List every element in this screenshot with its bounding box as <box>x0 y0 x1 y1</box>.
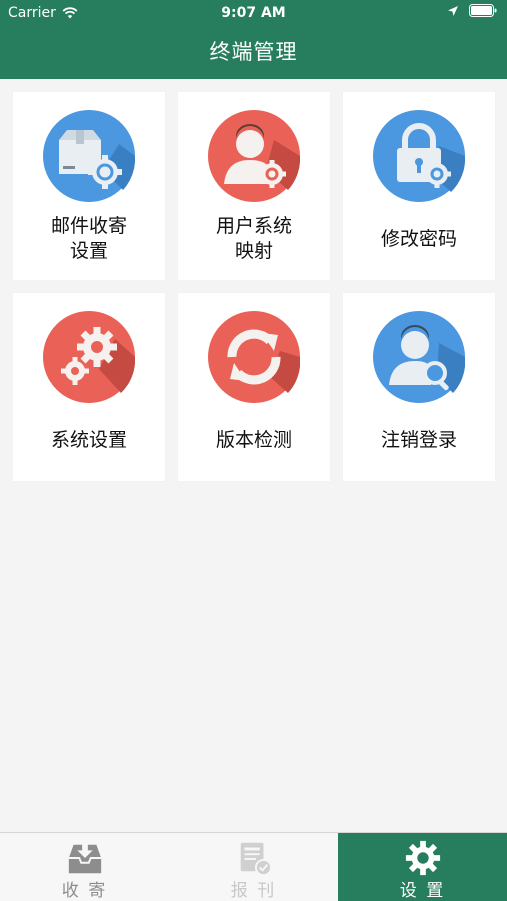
page-title: 终端管理 <box>209 40 298 64</box>
user-gear-icon <box>208 110 300 202</box>
tab-label: 报 刊 <box>230 881 277 901</box>
refresh-icon <box>208 311 300 403</box>
tile-label: 邮件收寄 设置 <box>50 215 127 262</box>
tile-label: 修改密码 <box>380 227 457 250</box>
tab-send-receive[interactable]: 收 寄 <box>0 833 169 901</box>
tile-logout[interactable]: 注销登录 <box>343 293 495 481</box>
inbox-download-icon <box>68 842 101 874</box>
user-search-icon <box>373 311 465 403</box>
gears-icon <box>43 311 135 403</box>
tab-label: 设 置 <box>399 881 446 901</box>
tile-user-mapping[interactable]: 用户系统 映射 <box>178 92 330 280</box>
tab-label: 收 寄 <box>61 881 108 901</box>
tile-mail-settings[interactable]: 邮件收寄 设置 <box>13 92 165 280</box>
lock-gear-icon <box>373 110 465 202</box>
tile-system-settings[interactable]: 系统设置 <box>13 293 165 481</box>
tile-label: 系统设置 <box>50 428 127 451</box>
status-indicators <box>447 4 497 17</box>
tile-change-password[interactable]: 修改密码 <box>343 92 495 280</box>
battery-icon <box>469 4 497 17</box>
package-gear-icon <box>43 110 135 202</box>
status-bar: Carrier 9:07 AM <box>0 0 507 28</box>
tab-settings[interactable]: 设 置 <box>338 833 507 901</box>
tile-label: 用户系统 映射 <box>215 215 292 262</box>
tile-version-check[interactable]: 版本检测 <box>178 293 330 481</box>
tab-bar: 收 寄 报 刊 设 置 <box>0 832 507 901</box>
location-arrow-icon <box>448 5 458 16</box>
gear-icon <box>405 840 440 876</box>
tab-newspapers[interactable]: 报 刊 <box>169 833 338 901</box>
header-bar: Carrier 9:07 AM 终端管理 <box>0 0 507 79</box>
tile-label: 注销登录 <box>380 428 457 451</box>
newspaper-check-icon <box>240 842 272 877</box>
settings-grid: 邮件收寄 设置 用户系统 映射 修改密码 系统设置 版本检测 注销登录 <box>13 92 495 481</box>
tile-label: 版本检测 <box>215 428 292 451</box>
status-time: 9:07 AM <box>221 5 286 21</box>
